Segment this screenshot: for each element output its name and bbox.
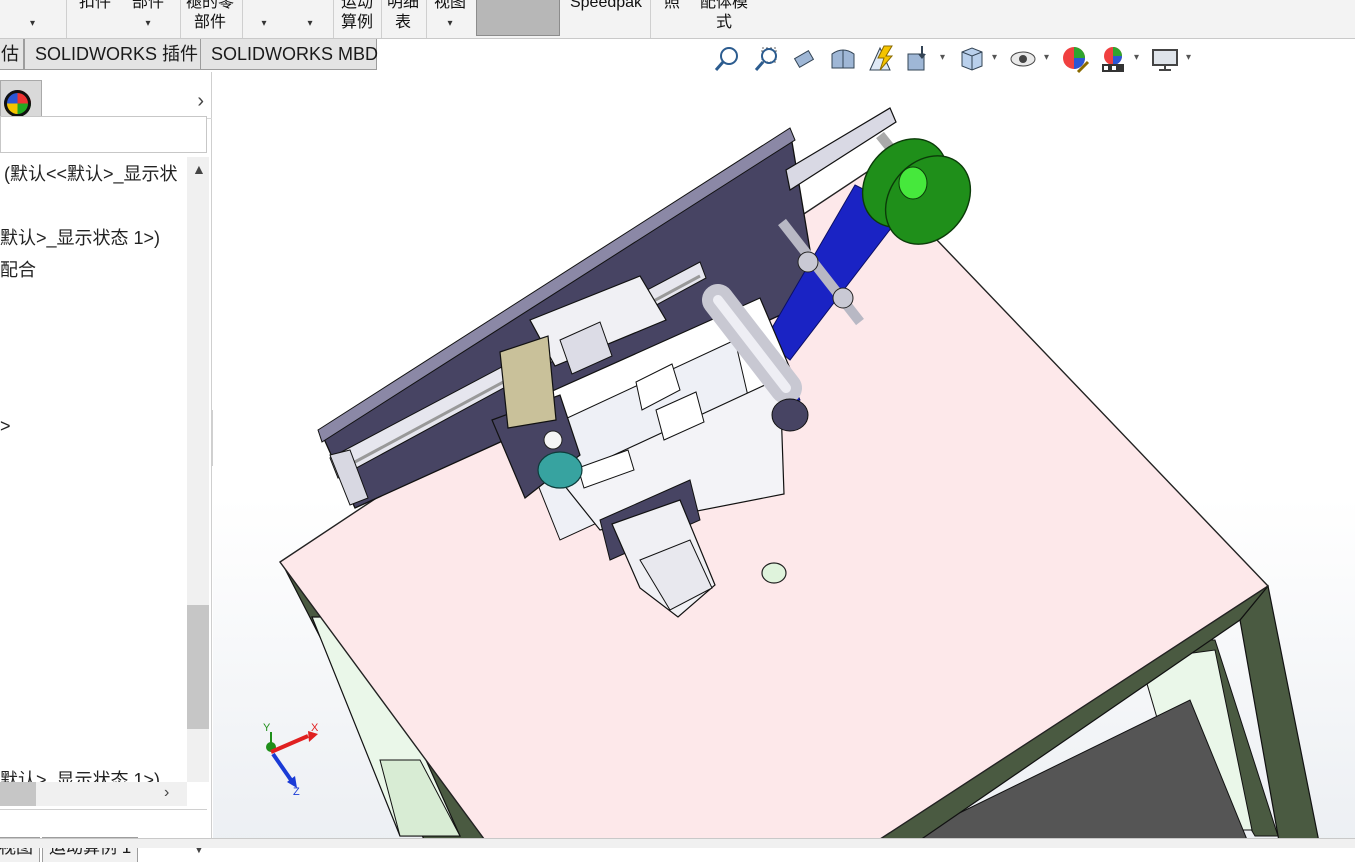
command-ribbon: ▾ 扣件 部件 ▾ 褪的零 部件 ▾ ▾ 运动 算例 明细 表 视图 ▾ Spe… (0, 0, 1355, 39)
edit-appearance-icon[interactable] (1060, 44, 1090, 74)
tree-horizontal-scrollbar[interactable]: › (0, 782, 187, 806)
tab-solidworks-addins[interactable]: SOLIDWORKS 插件 (24, 39, 201, 70)
ribbon-envelope-mode-button[interactable]: 配体模 式 (692, 0, 756, 38)
previous-view-icon[interactable] (790, 44, 820, 74)
tree-item-mates[interactable]: 配合 (0, 256, 36, 282)
chevron-down-icon[interactable]: ▾ (1134, 52, 1139, 63)
chevron-down-icon[interactable]: ▾ (940, 52, 945, 63)
cad-model-drawing (279, 107, 1321, 847)
section-view-icon[interactable] (828, 44, 858, 74)
tree-item-collapsed[interactable]: > (0, 416, 11, 437)
view-settings-icon[interactable] (1150, 44, 1180, 74)
tab-solidworks-mbd[interactable]: SOLIDWORKS MBD (200, 39, 378, 70)
tree-vertical-scrollbar[interactable]: ▲ ▼ (187, 157, 209, 856)
ribbon-hidden-parts-button[interactable]: 褪的零 部件 (182, 0, 238, 38)
view-orientation-icon[interactable] (904, 44, 934, 74)
dynamic-annotation-icon[interactable] (866, 44, 896, 74)
panel-divider (0, 809, 207, 810)
appearance-ball-icon (4, 90, 31, 117)
ribbon-separator (650, 0, 651, 38)
scroll-right-icon[interactable]: › (164, 784, 169, 802)
ribbon-separator (426, 0, 427, 38)
scroll-thumb[interactable] (187, 605, 209, 729)
hscroll-thumb[interactable] (0, 782, 36, 806)
ribbon-active-swatch[interactable] (476, 0, 560, 36)
ribbon-bom-button[interactable]: 明细 表 (383, 0, 423, 38)
chevron-down-icon[interactable]: ▾ (1186, 52, 1191, 63)
display-manager-tab[interactable] (0, 80, 42, 118)
ribbon-separator (333, 0, 334, 38)
ribbon-fastener-button[interactable]: 扣件 (66, 0, 124, 38)
display-style-icon[interactable] (956, 44, 986, 74)
apply-scene-icon[interactable] (1098, 44, 1128, 74)
ribbon-separator (180, 0, 181, 38)
tab-evaluate[interactable]: 估 (0, 39, 24, 70)
triad-y-label: Y (263, 722, 271, 734)
triad-z-label: Z (293, 786, 300, 798)
chevron-down-icon[interactable]: ▾ (1044, 52, 1049, 63)
zoom-to-fit-icon[interactable] (712, 44, 742, 74)
tree-item-component[interactable]: 默认>_显示状态 1>) (0, 224, 160, 250)
panel-tab-strip: › (42, 80, 212, 119)
ribbon-speedpak-button[interactable]: Speedpak (562, 0, 650, 38)
chevron-right-icon[interactable]: › (197, 90, 204, 113)
tree-filter-input[interactable] (0, 116, 207, 153)
ribbon-item-0[interactable]: ▾ (0, 0, 65, 38)
zoom-area-icon[interactable] (752, 44, 782, 74)
graphics-viewport[interactable]: Y X Z (213, 72, 1355, 847)
tree-item-assembly[interactable]: (默认<<默认>_显示状 (4, 160, 178, 186)
ribbon-motion-study-button[interactable]: 运动 算例 (335, 0, 379, 38)
scroll-up-icon[interactable]: ▲ (192, 161, 206, 177)
hide-show-items-icon[interactable] (1008, 44, 1038, 74)
ribbon-separator (242, 0, 243, 38)
ribbon-components-button[interactable]: 部件 ▾ (124, 0, 172, 38)
feature-manager-panel: › (默认<<默认>_显示状 默认>_显示状态 1>) 配合 > 默认>_显示状… (0, 72, 212, 862)
ribbon-view-button[interactable]: 视图 ▾ (428, 0, 472, 38)
coordinate-triad: Y X Z (263, 722, 333, 802)
ribbon-snapshot-button[interactable]: 照 (652, 0, 692, 38)
ribbon-dropdown-2[interactable]: ▾ (290, 0, 330, 38)
chevron-down-icon[interactable]: ▾ (992, 52, 997, 63)
ribbon-separator (381, 0, 382, 38)
ribbon-dropdown-1[interactable]: ▾ (244, 0, 284, 38)
triad-x-label: X (311, 722, 319, 734)
